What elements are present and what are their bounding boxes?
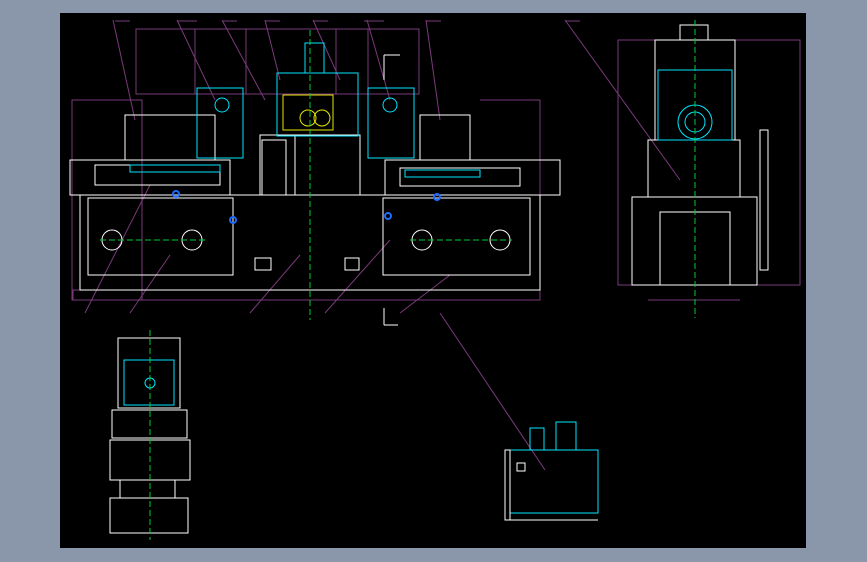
drawing-area[interactable] xyxy=(60,13,806,548)
cad-viewport[interactable] xyxy=(0,0,867,562)
